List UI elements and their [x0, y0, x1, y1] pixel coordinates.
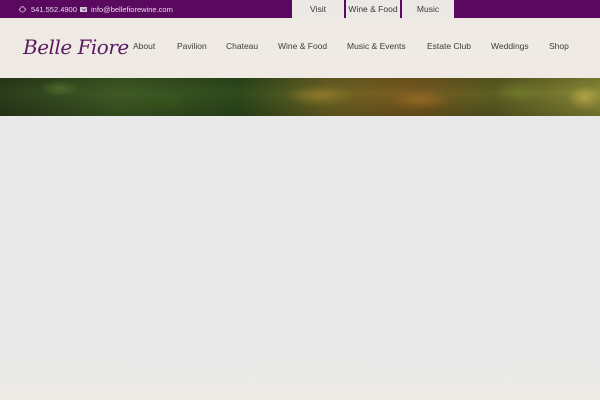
email-address: info@bellefiorewine.com	[91, 4, 173, 14]
nav-pavilion[interactable]: Pavilion	[177, 41, 207, 51]
top-tab-music[interactable]: Music	[402, 0, 454, 18]
nav-music-events[interactable]: Music & Events	[347, 41, 406, 51]
top-tab-wine-food[interactable]: Wine & Food	[346, 0, 400, 18]
site-logo[interactable]: Belle Fiore	[23, 35, 129, 59]
phone-number: 541.552.4900	[31, 4, 77, 14]
nav-about[interactable]: About	[133, 41, 155, 51]
nav-weddings[interactable]: Weddings	[491, 41, 529, 51]
hero-image-strip	[0, 78, 600, 116]
nav-chateau[interactable]: Chateau	[226, 41, 258, 51]
nav-estate-club[interactable]: Estate Club	[427, 41, 471, 51]
top-tab-visit[interactable]: Visit	[292, 0, 344, 18]
nav-shop[interactable]: Shop	[549, 41, 569, 51]
main-content	[0, 116, 600, 400]
contact-phone[interactable]: 541.552.4900	[18, 0, 77, 18]
nav-wine-food[interactable]: Wine & Food	[278, 41, 327, 51]
phone-icon	[18, 5, 27, 13]
mail-icon	[80, 6, 87, 12]
top-bar: 541.552.4900 info@bellefiorewine.com Vis…	[0, 0, 600, 18]
contact-email[interactable]: info@bellefiorewine.com	[80, 0, 173, 18]
